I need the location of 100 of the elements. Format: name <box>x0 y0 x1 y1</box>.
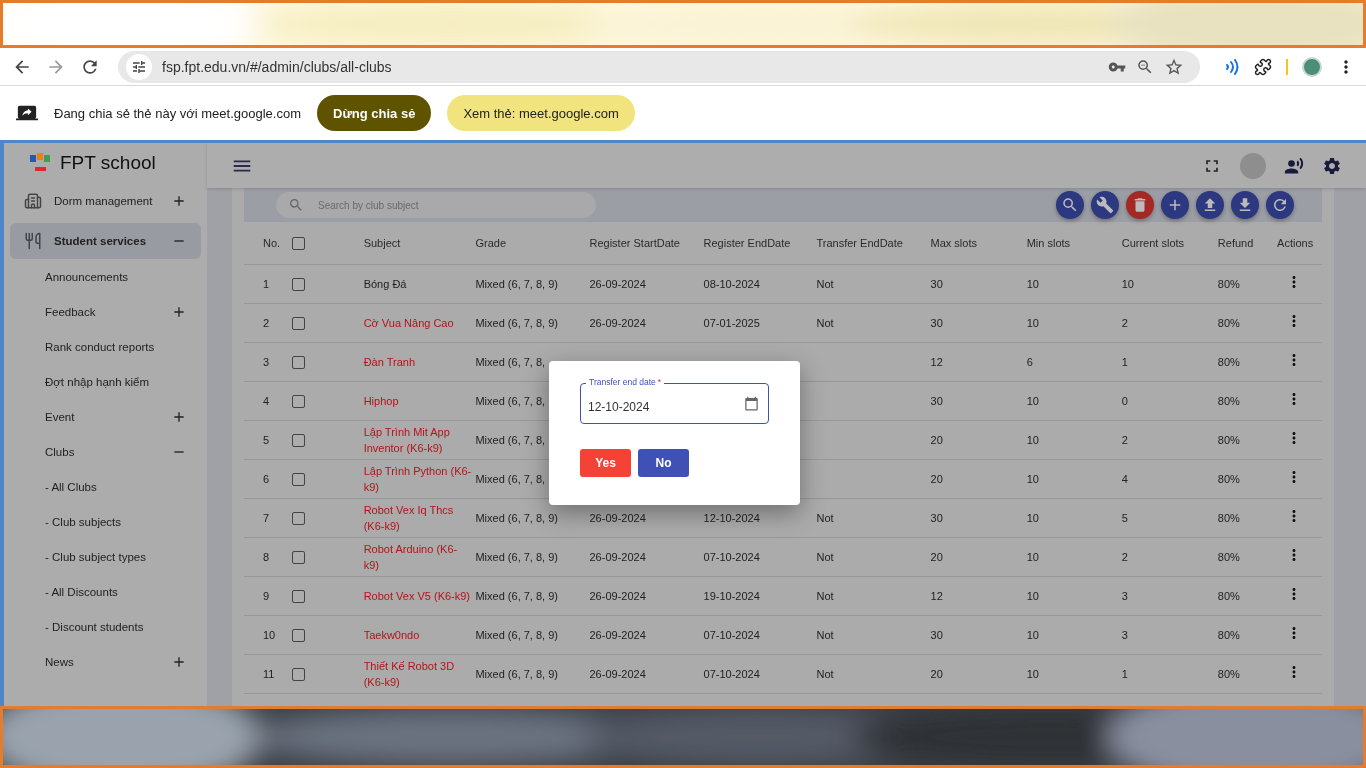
sidebar-item[interactable]: Student services <box>10 223 201 259</box>
table-cell-text: Not <box>816 549 835 565</box>
table-cell-text: 10 <box>1026 627 1040 643</box>
settings-icon[interactable] <box>1322 155 1342 176</box>
sidebar-item[interactable]: - Club subjects <box>10 504 201 539</box>
table-cell-text: 30 <box>930 393 944 409</box>
table-cell-text: 20 <box>930 471 944 487</box>
table-cell-text: 80% <box>1217 315 1241 331</box>
table-cell-text: 26-09-2024 <box>589 588 647 604</box>
table-cell-text: 80% <box>1217 588 1241 604</box>
table-cell-text: 07-10-2024 <box>703 549 761 565</box>
sidebar-item[interactable]: Dorm management <box>10 183 201 219</box>
sidebar-item[interactable]: Rank conduct reports <box>10 329 201 364</box>
refresh-icon <box>1271 196 1289 214</box>
delete-button[interactable] <box>1126 191 1154 219</box>
table-cell-text: 07-10-2024 <box>703 666 761 682</box>
calendar-icon[interactable] <box>744 396 759 411</box>
table-cell-text: 20 <box>930 549 944 565</box>
column-header: Register EndDate <box>703 222 817 264</box>
table-cell-text: 10 <box>1121 276 1135 292</box>
table-cell-text: 9 <box>263 588 271 604</box>
column-header: Actions <box>1277 222 1322 264</box>
table-cell-text: 80% <box>1217 354 1241 370</box>
date-field[interactable]: Transfer end date * 12-10-2024 <box>580 376 769 424</box>
table-cell-text: 30 <box>930 627 944 643</box>
table-cell-text: 5 <box>1121 510 1129 526</box>
view-tab-button[interactable]: Xem thẻ: meet.google.com <box>447 95 635 131</box>
stop-sharing-button[interactable]: Dừng chia sẻ <box>317 95 432 131</box>
sidebar-item[interactable]: News <box>10 644 201 679</box>
checkbox[interactable] <box>292 668 306 682</box>
checkbox[interactable] <box>292 629 306 643</box>
sidebar-item[interactable]: Đợt nhập hạnh kiểm <box>10 364 201 399</box>
table-cell-text: 20 <box>930 432 944 448</box>
puzzle-icon[interactable] <box>1254 57 1272 76</box>
no-button[interactable]: No <box>638 449 689 477</box>
table-cell-text: Mixed (6, 7, 8, <box>475 354 547 370</box>
checkbox[interactable] <box>292 356 306 370</box>
table-cell-text: 2 <box>263 315 271 331</box>
column-header: Subject <box>363 222 476 264</box>
table-cell-text: 4 <box>263 393 271 409</box>
url-text: fsp.fpt.edu.vn/#/admin/clubs/all-clubs <box>162 58 393 75</box>
checkbox[interactable] <box>292 278 306 292</box>
sidebar-item[interactable]: - Discount students <box>10 609 201 644</box>
table-cell-text: Mixed (6, 7, 8, 9) <box>475 627 559 643</box>
profile-avatar[interactable] <box>1302 56 1322 77</box>
table-cell-text: 2 <box>1121 549 1129 565</box>
table-cell-text: 26-09-2024 <box>589 549 647 565</box>
table-cell-text: 10 <box>1026 549 1040 565</box>
sidebar-item[interactable]: - All Clubs <box>10 469 201 504</box>
sidebar-item[interactable]: - All Discounts <box>10 574 201 609</box>
table-cell-text: 12-10-2024 <box>703 510 761 526</box>
address-bar[interactable]: fsp.fpt.edu.vn/#/admin/clubs/all-clubs <box>118 50 1200 83</box>
subject-link[interactable]: Bóng Đá <box>363 275 472 292</box>
sidebar-item[interactable]: Feedback <box>10 294 201 329</box>
table-cell-text: Mixed (6, 7, 8, 9) <box>475 588 559 604</box>
table-cell-text: 80% <box>1217 471 1241 487</box>
table-cell-text: Not <box>816 666 835 682</box>
table-cell-text: 19-10-2024 <box>703 588 761 604</box>
table-cell-text: 26-09-2024 <box>589 666 647 682</box>
yes-button[interactable]: Yes <box>580 449 631 477</box>
table-cell-text: 26-09-2024 <box>589 627 647 643</box>
table-cell-text: 10 <box>1026 393 1040 409</box>
table-cell-text: Mixed (6, 7, 8, 9) <box>475 510 559 526</box>
wrench-icon <box>1096 196 1114 214</box>
table-cell-text: Mixed (6, 7, 8, <box>475 471 547 487</box>
checkbox[interactable] <box>292 473 306 487</box>
table-cell-text: Mixed (6, 7, 8, 9) <box>475 276 559 292</box>
checkbox[interactable] <box>292 395 306 409</box>
checkbox[interactable] <box>292 512 306 526</box>
sidebar-item[interactable]: Event <box>10 399 201 434</box>
column-header: Max slots <box>930 222 1027 264</box>
signal-waves-icon[interactable] <box>1224 58 1240 75</box>
checkbox[interactable] <box>292 551 306 565</box>
table-cell-text: 80% <box>1217 549 1241 565</box>
fork-knife-icon <box>24 232 42 250</box>
person-speaking-icon[interactable] <box>1284 155 1304 176</box>
checkbox[interactable] <box>292 590 306 604</box>
zoom-out-icon[interactable] <box>1136 57 1154 76</box>
checkbox[interactable] <box>292 317 306 331</box>
checkbox[interactable] <box>292 434 306 448</box>
expand-icon[interactable] <box>171 193 187 209</box>
download-button[interactable] <box>1231 191 1259 219</box>
table-cell-text: 3 <box>1121 588 1129 604</box>
table-cell-text: 80% <box>1217 393 1241 409</box>
table-cell-text: Not <box>816 627 835 643</box>
search-button[interactable] <box>1056 191 1084 219</box>
plus-button[interactable] <box>1161 191 1189 219</box>
sidebar-item[interactable]: Clubs <box>10 434 201 469</box>
table-cell-text: 30 <box>930 510 944 526</box>
sharing-message: Đang chia sẻ thẻ này với meet.google.com <box>54 105 301 121</box>
table-cell-text: 6 <box>263 471 271 487</box>
checkbox[interactable] <box>292 236 306 250</box>
sidebar-item[interactable]: - Club subject types <box>10 539 201 574</box>
refresh-button[interactable] <box>1266 191 1294 219</box>
site-settings-icon[interactable] <box>126 53 152 80</box>
table-cell-text: 26-09-2024 <box>589 315 647 331</box>
upload-button[interactable] <box>1196 191 1224 219</box>
sidebar-item[interactable]: Announcements <box>10 259 201 294</box>
wrench-button[interactable] <box>1091 191 1119 219</box>
table-cell-text: 30 <box>930 315 944 331</box>
